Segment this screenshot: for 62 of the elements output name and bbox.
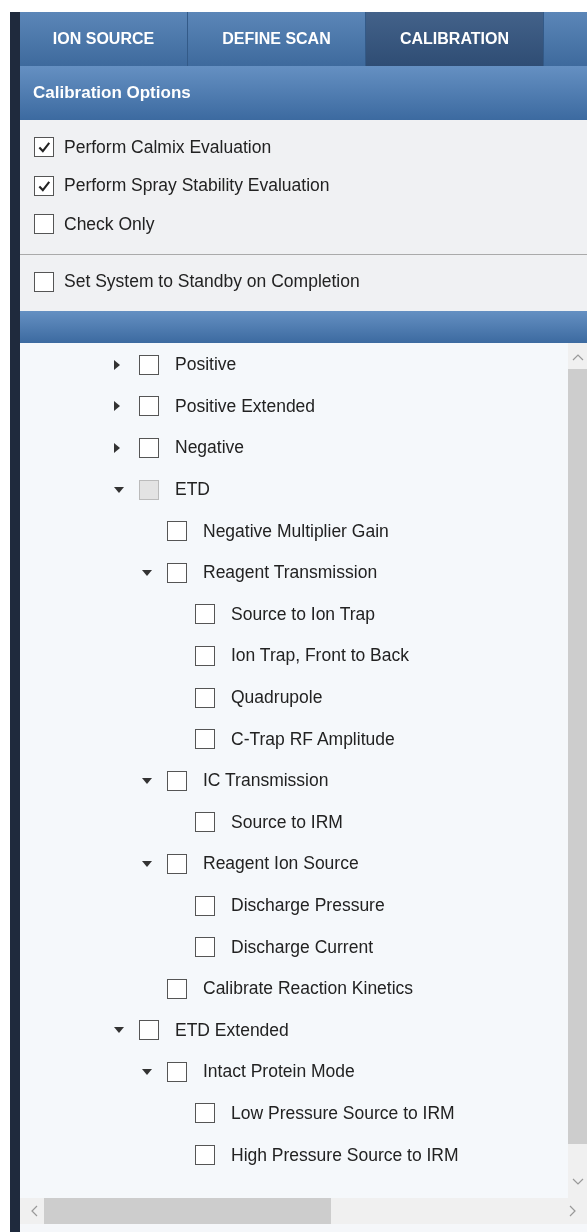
checkbox[interactable] bbox=[195, 937, 215, 958]
collapse-arrow-icon[interactable] bbox=[114, 486, 124, 493]
section-title: Calibration Options bbox=[33, 83, 191, 103]
collapse-arrow-icon[interactable] bbox=[114, 1027, 124, 1034]
tree-item-label[interactable]: IC Transmission bbox=[203, 770, 329, 792]
checkbox[interactable] bbox=[139, 1020, 159, 1041]
tree-item-label[interactable]: Reagent Ion Source bbox=[203, 853, 359, 875]
checkbox[interactable] bbox=[195, 687, 215, 708]
collapse-arrow-icon[interactable] bbox=[142, 1068, 152, 1075]
option-label[interactable]: Perform Spray Stability Evaluation bbox=[64, 175, 330, 197]
option-label[interactable]: Check Only bbox=[64, 213, 155, 235]
tree-item-label[interactable]: Positive Extended bbox=[175, 395, 316, 417]
checkbox[interactable] bbox=[139, 438, 159, 458]
tree-item-label[interactable]: Source to IRM bbox=[231, 811, 343, 833]
checkbox[interactable] bbox=[139, 354, 159, 375]
tree-item-label[interactable]: Intact Protein Mode bbox=[203, 1061, 355, 1083]
expand-arrow-icon[interactable] bbox=[114, 359, 120, 370]
tree-item-label[interactable]: Positive bbox=[175, 354, 237, 376]
checkbox[interactable] bbox=[34, 214, 54, 235]
expand-arrow-icon[interactable] bbox=[114, 443, 120, 453]
collapse-arrow-icon[interactable] bbox=[142, 569, 152, 576]
tree-item-label[interactable]: Source to Ion Trap bbox=[231, 603, 375, 625]
checkbox[interactable] bbox=[167, 562, 187, 583]
checkbox[interactable] bbox=[167, 770, 187, 791]
scrollbar-thumb[interactable] bbox=[44, 1198, 331, 1224]
checkbox[interactable] bbox=[167, 1061, 187, 1082]
checkbox[interactable] bbox=[195, 895, 215, 916]
tree-item-label[interactable]: Reagent Transmission bbox=[203, 562, 378, 584]
tree-item-label[interactable]: C-Trap RF Amplitude bbox=[231, 728, 395, 750]
checkbox[interactable] bbox=[34, 271, 54, 292]
checkbox[interactable] bbox=[167, 853, 187, 874]
collapse-arrow-icon[interactable] bbox=[142, 777, 152, 784]
check-icon bbox=[37, 178, 51, 193]
checkbox[interactable] bbox=[195, 1145, 215, 1166]
checkbox[interactable] bbox=[167, 978, 187, 999]
checkbox[interactable] bbox=[195, 729, 215, 750]
checkbox[interactable] bbox=[139, 479, 159, 500]
collapse-arrow-icon[interactable] bbox=[142, 860, 152, 867]
tree-item-label[interactable]: ETD Extended bbox=[175, 1019, 289, 1041]
checkbox[interactable] bbox=[34, 137, 54, 158]
checkbox[interactable] bbox=[195, 645, 215, 666]
checkbox[interactable] bbox=[34, 175, 54, 196]
checkbox[interactable] bbox=[195, 604, 215, 625]
tree-item-label[interactable]: High Pressure Source to IRM bbox=[231, 1144, 459, 1166]
tree-item-label[interactable]: ETD bbox=[175, 479, 210, 501]
tree-item-label[interactable]: Discharge Pressure bbox=[231, 895, 385, 916]
tree-item-label[interactable]: Low Pressure Source to IRM bbox=[231, 1103, 455, 1124]
checkbox[interactable] bbox=[167, 521, 187, 542]
tree-item-label[interactable]: Discharge Current bbox=[231, 936, 373, 958]
checkbox[interactable] bbox=[195, 812, 215, 833]
option-label[interactable]: Perform Calmix Evaluation bbox=[64, 136, 272, 158]
tree-item-label[interactable]: Negative bbox=[175, 437, 245, 459]
tree-item-label[interactable]: Negative Multiplier Gain bbox=[203, 520, 389, 542]
checkbox[interactable] bbox=[195, 1103, 215, 1124]
tree-item-label[interactable]: Ion Trap, Front to Back bbox=[231, 645, 409, 667]
horizontal-scrollbar[interactable] bbox=[20, 1198, 587, 1224]
expand-arrow-icon[interactable] bbox=[114, 401, 120, 412]
check-icon bbox=[37, 140, 51, 155]
tree-item-label[interactable]: Calibrate Reaction Kinetics bbox=[203, 978, 414, 1000]
tab[interactable]: CALIBRATION bbox=[366, 12, 544, 66]
checkbox[interactable] bbox=[139, 396, 159, 417]
tree-item-label[interactable]: Quadrupole bbox=[231, 687, 323, 709]
